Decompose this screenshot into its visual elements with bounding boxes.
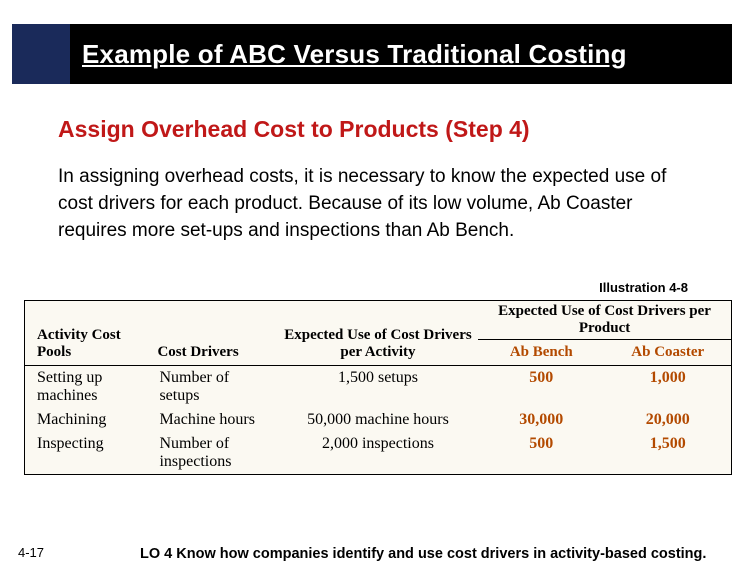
cell-pool: Setting up machines	[25, 366, 151, 409]
cell-driver: Number of setups	[151, 366, 277, 409]
cell-driver: Machine hours	[151, 408, 277, 432]
th-per-activity: Expected Use of Cost Drivers per Activit…	[278, 301, 478, 366]
th-ab-bench: Ab Bench	[478, 340, 604, 366]
page-number: 4-17	[18, 545, 44, 560]
section-heading: Assign Overhead Cost to Products (Step 4…	[58, 116, 530, 143]
cell-coaster: 1,500	[605, 432, 731, 474]
cell-coaster: 20,000	[605, 408, 731, 432]
slide-title: Example of ABC Versus Traditional Costin…	[70, 39, 627, 70]
cell-bench: 30,000	[478, 408, 604, 432]
cell-activity: 2,000 inspections	[278, 432, 478, 474]
cell-coaster: 1,000	[605, 366, 731, 409]
table: Activity Cost Pools Cost Drivers Expecte…	[25, 301, 731, 474]
th-ab-coaster: Ab Coaster	[605, 340, 731, 366]
cost-driver-table: Activity Cost Pools Cost Drivers Expecte…	[24, 300, 732, 475]
body-paragraph: In assigning overhead costs, it is neces…	[58, 164, 698, 245]
th-per-product-group: Expected Use of Cost Drivers per Product	[478, 301, 731, 340]
cell-pool: Machining	[25, 408, 151, 432]
cell-bench: 500	[478, 366, 604, 409]
th-cost-driver: Cost Drivers	[151, 301, 277, 366]
title-accent-block	[12, 24, 70, 84]
cell-bench: 500	[478, 432, 604, 474]
cell-driver: Number of inspections	[151, 432, 277, 474]
th-activity-pool: Activity Cost Pools	[25, 301, 151, 366]
table-row: Setting up machines Number of setups 1,5…	[25, 366, 731, 409]
cell-activity: 50,000 machine hours	[278, 408, 478, 432]
cell-pool: Inspecting	[25, 432, 151, 474]
learning-objective: LO 4 Know how companies identify and use…	[140, 546, 706, 562]
title-bar: Example of ABC Versus Traditional Costin…	[12, 24, 732, 84]
table-row: Inspecting Number of inspections 2,000 i…	[25, 432, 731, 474]
table-row: Machining Machine hours 50,000 machine h…	[25, 408, 731, 432]
illustration-label: Illustration 4-8	[599, 280, 688, 295]
cell-activity: 1,500 setups	[278, 366, 478, 409]
